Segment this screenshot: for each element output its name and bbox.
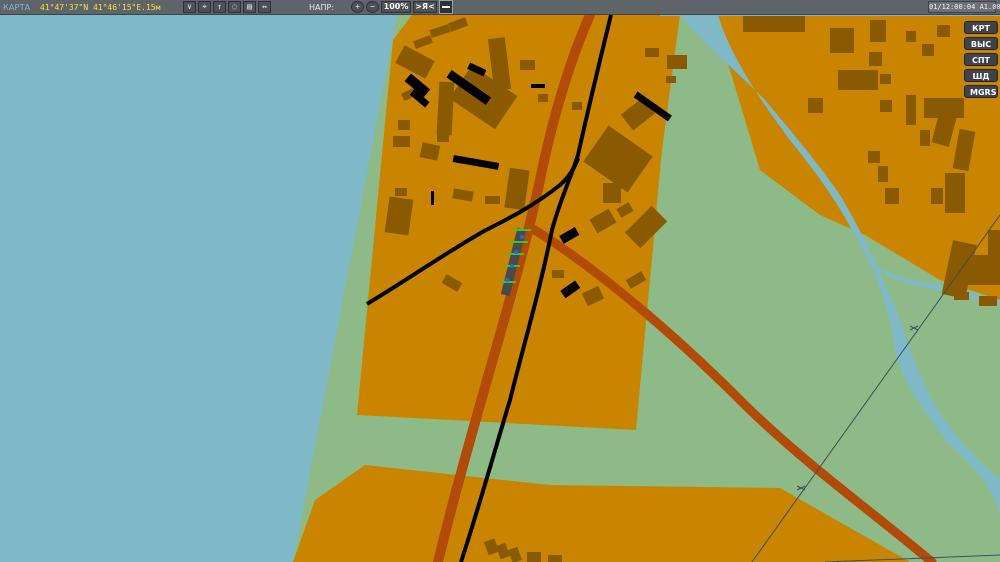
top-toolbar: КАРТА 41°47'37"N 41°46'15"E.15м ∨ ⌖ ↑ ◌ … bbox=[0, 0, 1000, 15]
line-icon bbox=[442, 6, 450, 8]
line-toggle-button[interactable] bbox=[439, 0, 453, 14]
cursor-coordinates: 41°47'37"N 41°46'15"E.15м bbox=[40, 3, 161, 12]
heading-label: НАПР: bbox=[309, 3, 335, 12]
zoom-out-icon[interactable]: − bbox=[366, 1, 379, 13]
angle-icon[interactable]: ∨ bbox=[183, 1, 196, 13]
zoom-in-icon[interactable]: + bbox=[351, 1, 364, 13]
center-on-me-button[interactable]: >Я< bbox=[413, 1, 437, 13]
map-screen: КАРТА 41°47'37"N 41°46'15"E.15м ∨ ⌖ ↑ ◌ … bbox=[0, 0, 1000, 562]
map-title: КАРТА bbox=[3, 3, 31, 12]
layer-button-grid[interactable]: ШД bbox=[964, 69, 998, 82]
marker-icon[interactable]: ◌ bbox=[228, 1, 241, 13]
tactical-map[interactable] bbox=[0, 0, 1000, 562]
zoom-percent-button[interactable]: 100% bbox=[381, 1, 411, 13]
unit-icon[interactable]: ↑ bbox=[213, 1, 226, 13]
layer-button-mgrs[interactable]: MGRS bbox=[964, 85, 998, 98]
layer-button-map[interactable]: КРТ bbox=[964, 21, 998, 34]
layer-button-satellite[interactable]: СПТ bbox=[964, 53, 998, 66]
label-icon[interactable]: ▤ bbox=[243, 1, 256, 13]
layer-panel: КРТ ВЫС СПТ ШД MGRS bbox=[964, 21, 998, 101]
mission-clock: 01/12:00:04 A1.00P bbox=[928, 1, 1000, 13]
layer-button-altitude[interactable]: ВЫС bbox=[964, 37, 998, 50]
ruler-icon[interactable]: ↔ bbox=[258, 1, 271, 13]
pin-icon[interactable]: ⌖ bbox=[198, 1, 211, 13]
